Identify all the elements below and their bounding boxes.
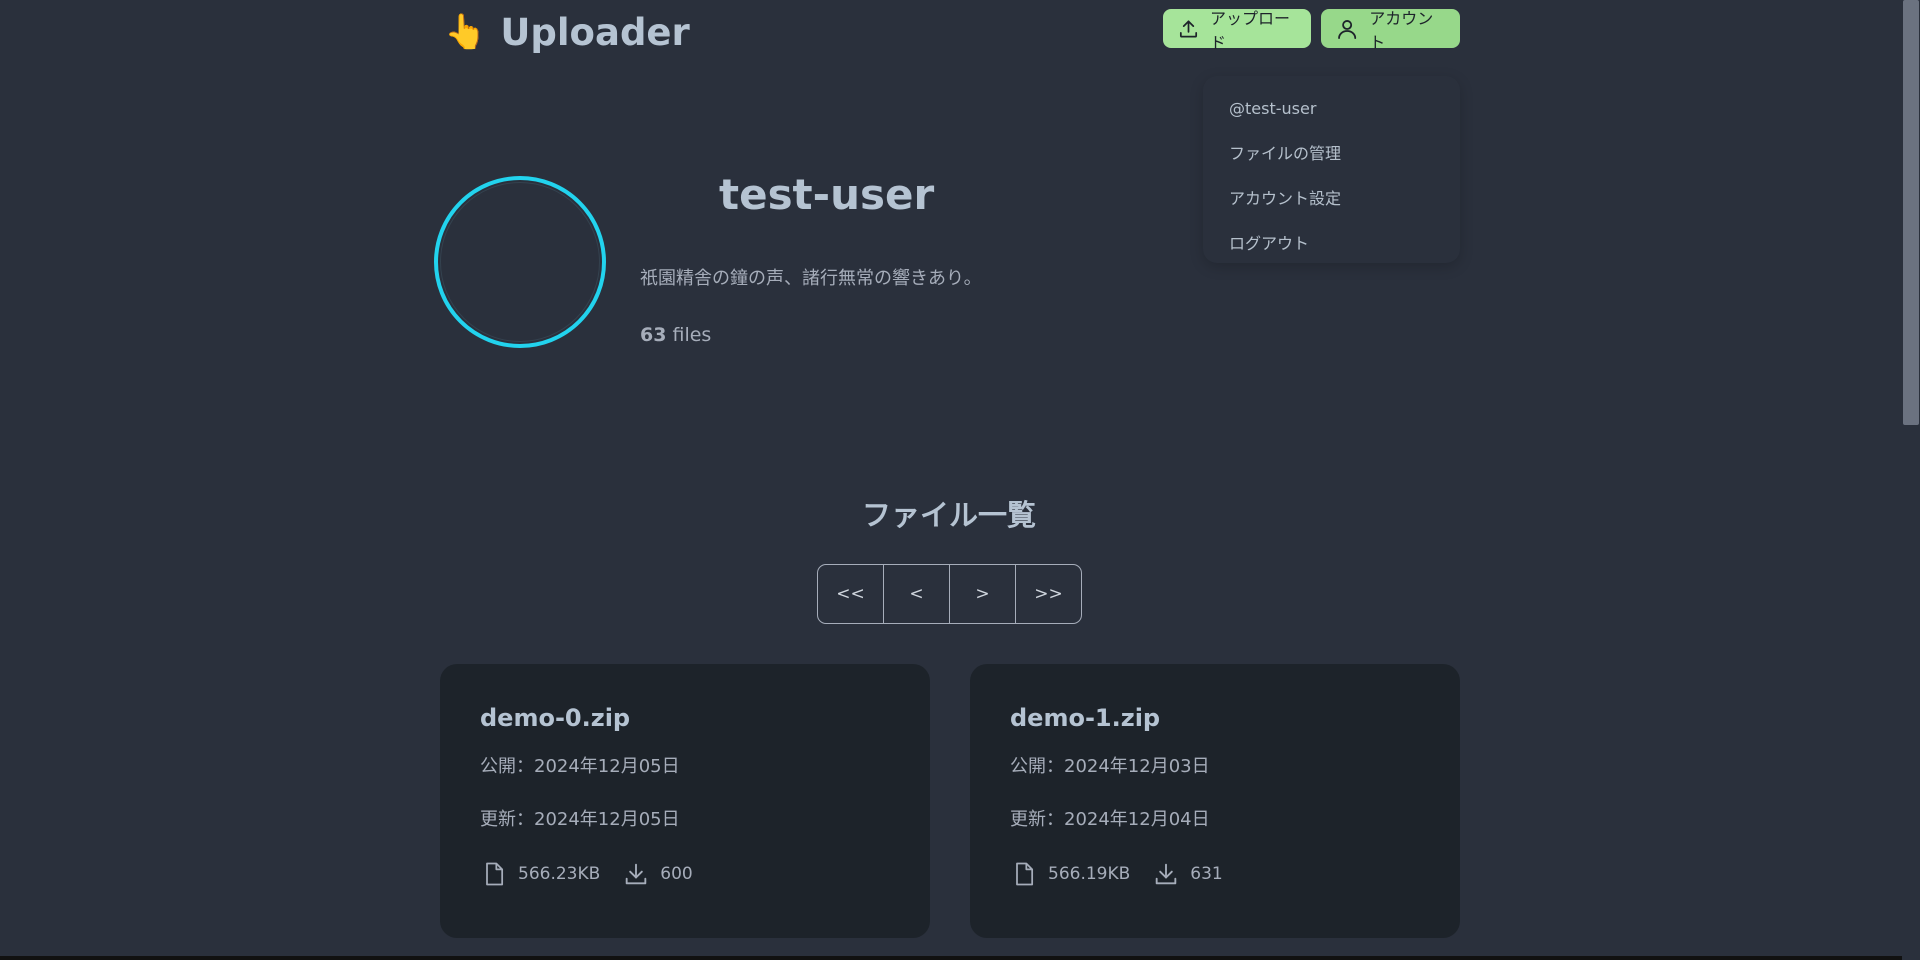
first-page-button[interactable]: << (818, 565, 883, 623)
upload-icon (1179, 19, 1198, 38)
download-count: 631 (1190, 864, 1223, 884)
last-page-button[interactable]: >> (1015, 565, 1081, 623)
menu-item-account-settings[interactable]: アカウント設定 (1203, 176, 1460, 221)
download-icon (626, 863, 647, 885)
file-icon (486, 862, 504, 886)
profile-bio: 祇園精舎の鐘の声、諸行無常の響きあり。 (640, 268, 982, 289)
file-meta: 566.19KB 631 (1010, 860, 1420, 888)
pointing-hand-icon: 👆 (444, 12, 487, 52)
menu-item-manage-files[interactable]: ファイルの管理 (1203, 131, 1460, 176)
file-count: 63 files (640, 324, 711, 346)
file-name[interactable]: demo-0.zip (480, 704, 890, 732)
upload-button-label: アップロード (1210, 8, 1291, 52)
window-bottom-edge (0, 956, 1902, 960)
scrollbar-thumb[interactable] (1903, 0, 1919, 425)
page: 👆 Uploader アップロード アカウント @test-user ファイルの… (0, 0, 1920, 960)
pagination: << < > >> (817, 564, 1082, 624)
file-published-date: 公開：2024年12月03日 (1010, 756, 1210, 777)
file-updated-date: 更新：2024年12月04日 (1010, 809, 1210, 830)
menu-item-profile[interactable]: @test-user (1203, 86, 1460, 131)
file-meta: 566.23KB 600 (480, 860, 890, 888)
file-size: 566.23KB (518, 864, 601, 884)
app-name: Uploader (500, 10, 690, 54)
file-updated-date: 更新：2024年12月05日 (480, 809, 680, 830)
upload-button[interactable]: アップロード (1163, 9, 1311, 52)
menu-item-logout[interactable]: ログアウト (1203, 221, 1460, 266)
account-button[interactable]: アカウント (1321, 9, 1460, 52)
file-card[interactable]: demo-0.zip 公開：2024年12月05日 更新：2024年12月05日… (440, 664, 930, 938)
account-dropdown-menu: @test-user ファイルの管理 アカウント設定 ログアウト (1203, 76, 1460, 263)
file-list-title: ファイル一覧 (861, 498, 1036, 532)
avatar (434, 176, 606, 348)
account-button-label: アカウント (1369, 8, 1434, 52)
prev-page-button[interactable]: < (883, 565, 949, 623)
file-published-date: 公開：2024年12月05日 (480, 756, 680, 777)
file-icon (1016, 862, 1034, 886)
file-name[interactable]: demo-1.zip (1010, 704, 1420, 732)
file-size: 566.19KB (1048, 864, 1131, 884)
next-page-button[interactable]: > (949, 565, 1015, 623)
download-count: 600 (660, 864, 693, 884)
file-count-number: 63 (640, 324, 667, 346)
profile-username: test-user (719, 170, 935, 219)
file-count-unit: files (672, 324, 712, 346)
user-icon (1338, 19, 1357, 39)
download-icon (1156, 863, 1177, 885)
file-card[interactable]: demo-1.zip 公開：2024年12月03日 更新：2024年12月04日… (970, 664, 1460, 938)
app-logo[interactable]: 👆 Uploader (444, 8, 690, 56)
